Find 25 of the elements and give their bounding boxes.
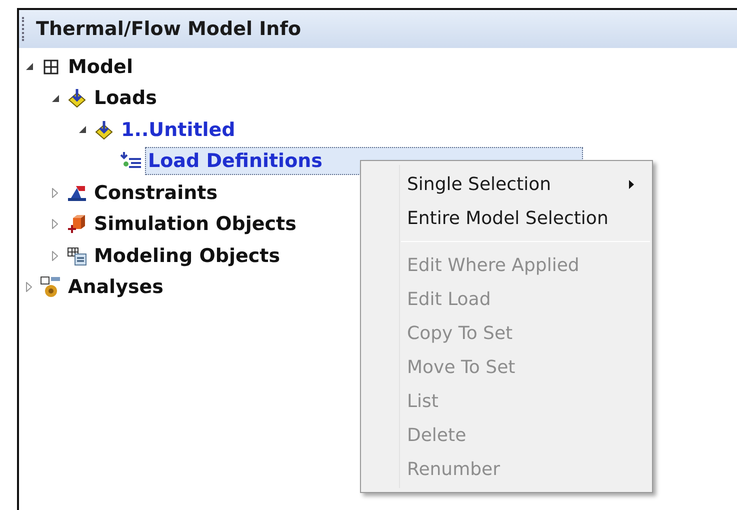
menu-item[interactable]: Single Selection	[361, 167, 652, 201]
tree-item[interactable]: Model	[65, 52, 136, 81]
diamond-arrow-icon	[67, 88, 87, 108]
tree-item[interactable]: Modeling Objects	[91, 242, 284, 270]
mesh-document-icon	[67, 246, 87, 266]
tree-item[interactable]: Loads	[91, 84, 160, 112]
list-arrow-icon	[120, 152, 142, 170]
analysis-icon	[40, 276, 62, 298]
tree-item[interactable]: 1..Untitled	[118, 116, 238, 144]
tree-item[interactable]: Constraints	[91, 178, 221, 207]
menu-item[interactable]: Entire Model Selection	[361, 201, 652, 235]
collapse-triangle-icon[interactable]	[52, 94, 58, 102]
diamond-arrow-icon	[94, 120, 114, 140]
expand-triangle-icon[interactable]	[52, 219, 58, 230]
collapse-triangle-icon[interactable]	[26, 63, 32, 70]
expand-triangle-icon[interactable]	[26, 282, 32, 292]
constraint-icon	[67, 184, 87, 202]
cube-icon	[67, 214, 87, 234]
tree-item[interactable]: Analyses	[65, 273, 166, 302]
expand-triangle-icon[interactable]	[52, 188, 58, 198]
collapse-triangle-icon[interactable]	[78, 126, 86, 134]
tree-item[interactable]: Simulation Objects	[91, 210, 300, 238]
panel-title: Thermal/Flow Model Info	[36, 16, 302, 42]
expand-triangle-icon[interactable]	[52, 250, 58, 261]
grid-icon	[43, 58, 59, 75]
